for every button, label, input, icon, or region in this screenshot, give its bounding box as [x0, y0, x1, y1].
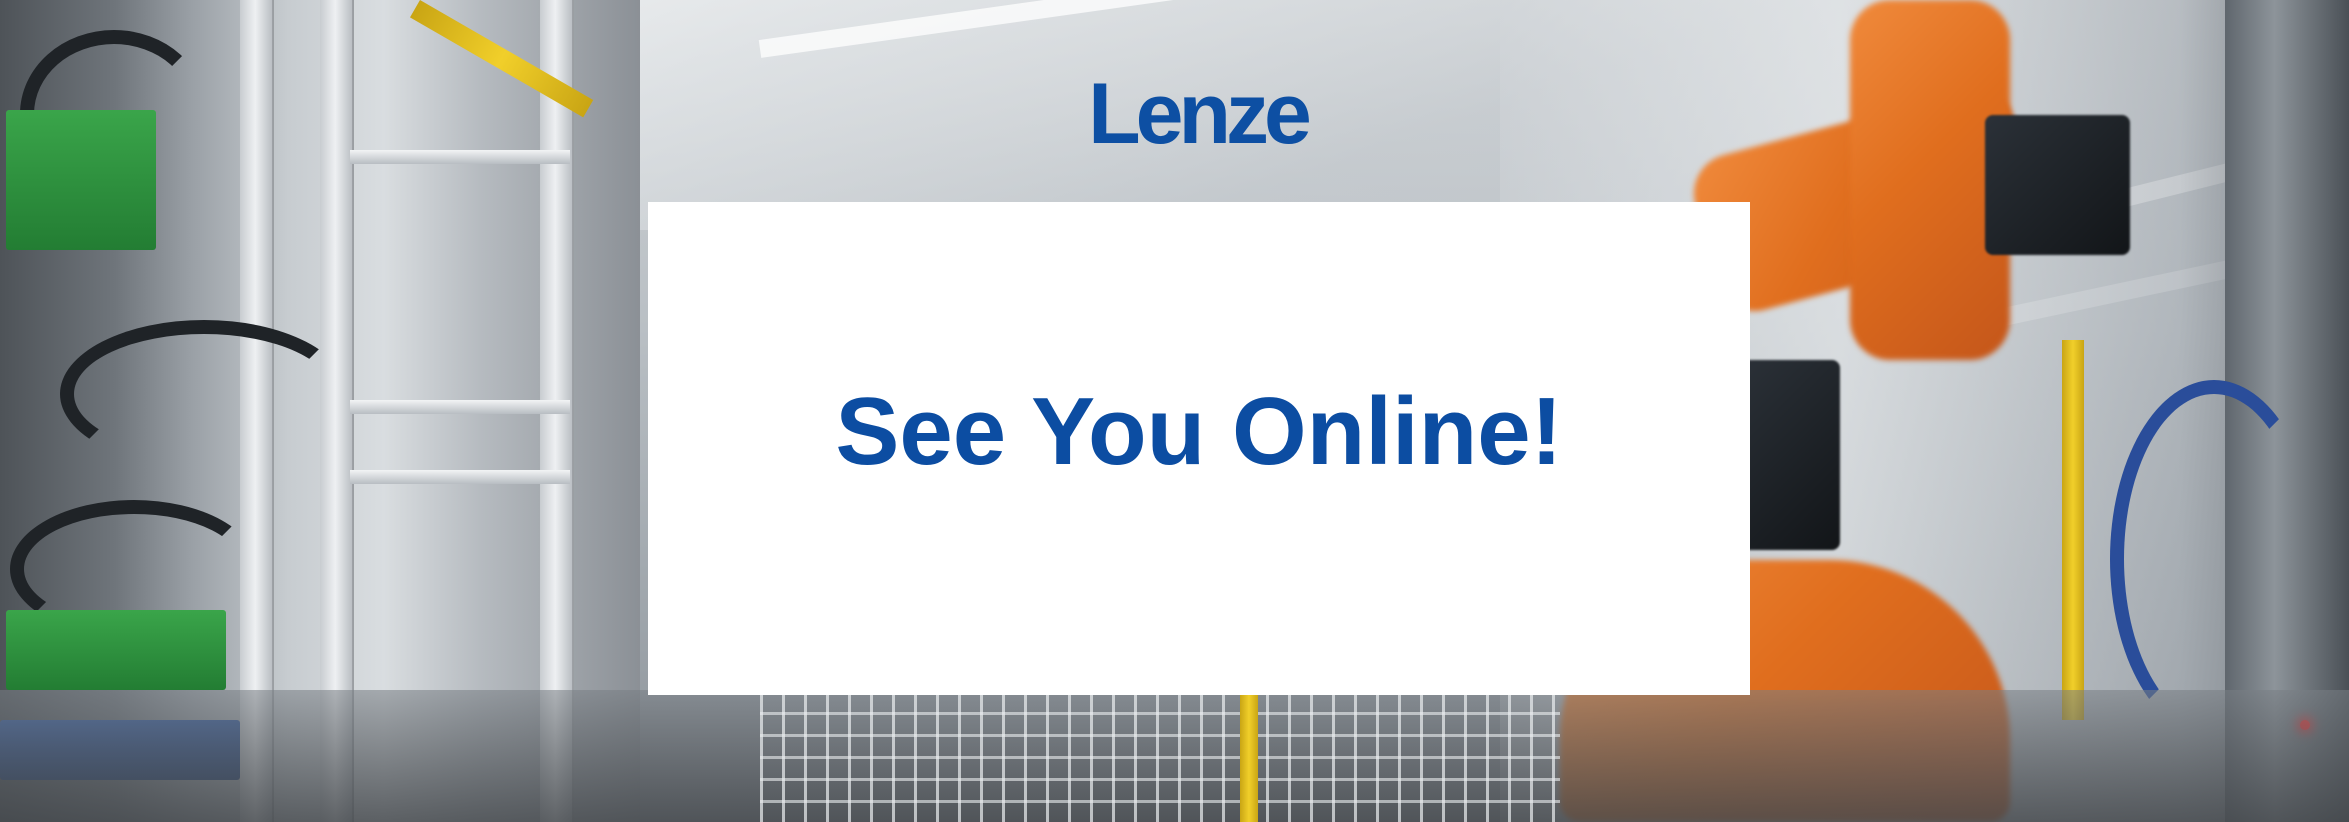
rack-module-green — [6, 110, 156, 250]
headline: See You Online! — [835, 377, 1563, 485]
banner: Lenze See You Online! — [0, 0, 2349, 822]
rack-module-green — [6, 610, 226, 690]
message-card: See You Online! — [648, 202, 1750, 695]
safety-fence — [760, 690, 1560, 822]
yellow-safety-post — [2062, 340, 2084, 720]
cable-blue — [2110, 380, 2318, 738]
rack-shelf — [350, 470, 570, 484]
cable — [60, 320, 348, 468]
yellow-safety-post — [1240, 690, 1258, 822]
robot-motor — [1985, 115, 2130, 255]
rack-shelf — [350, 400, 570, 414]
brand-logo-text: Lenze — [1088, 66, 1312, 162]
robot-joint — [1740, 360, 1840, 550]
brand-logo: Lenze — [1070, 64, 1325, 164]
rack-shelf — [350, 150, 570, 164]
